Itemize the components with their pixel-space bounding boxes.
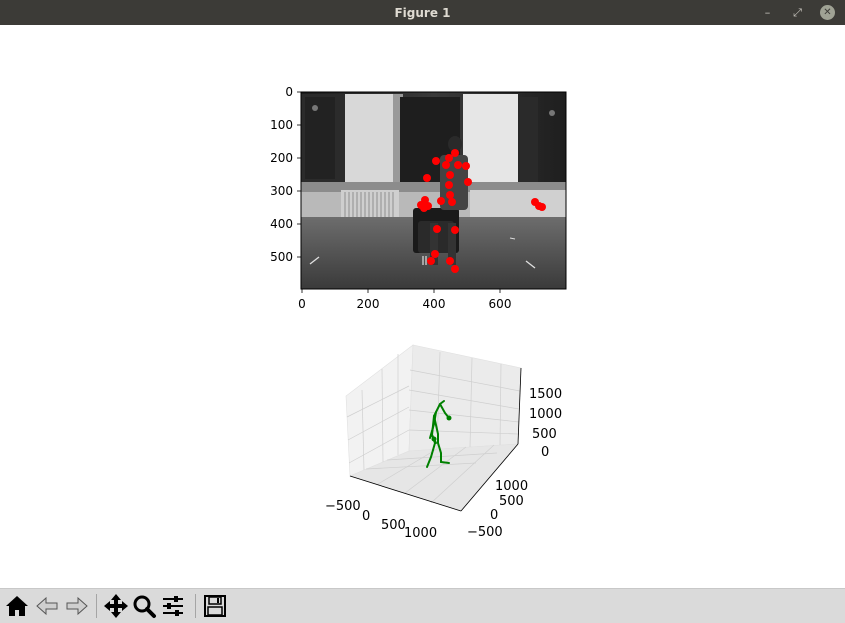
keypoint <box>448 198 456 206</box>
y-tick-label: 200 <box>270 151 293 165</box>
window-title: Figure 1 <box>394 6 451 20</box>
x-tick-label: 200 <box>357 297 380 311</box>
y-tick-label: 400 <box>270 217 293 231</box>
keypoint <box>445 181 453 189</box>
y-tick-label: 1000 <box>495 479 528 494</box>
save-button[interactable] <box>202 593 228 619</box>
z-tick-label: 1500 <box>529 387 562 402</box>
keypoint <box>446 257 454 265</box>
minimize-button[interactable]: – <box>760 5 775 20</box>
window-titlebar: Figure 1 – ⤢ ✕ <box>0 0 845 25</box>
x-tick-label: 600 <box>489 297 512 311</box>
keypoint <box>445 154 453 162</box>
configure-subplots-button[interactable] <box>160 593 186 619</box>
magnifier-icon <box>133 595 156 618</box>
y-tick-label: 300 <box>270 184 293 198</box>
back-button[interactable] <box>34 593 60 619</box>
keypoint <box>442 161 450 169</box>
keypoint <box>446 171 454 179</box>
sliders-icon <box>163 596 183 616</box>
arrow-right-icon <box>66 596 88 616</box>
keypoint <box>437 197 445 205</box>
keypoint <box>431 250 439 258</box>
zoom-button[interactable] <box>131 593 157 619</box>
figure-canvas[interactable]: 0 100 200 300 400 500 0 200 400 600 −500… <box>0 25 845 588</box>
keypoint <box>446 191 454 199</box>
keypoint <box>538 203 546 211</box>
y-tick-label: 100 <box>270 118 293 132</box>
z-tick-label: 500 <box>532 427 557 442</box>
keypoint <box>451 226 459 234</box>
plot3d-subplot: −500 0 500 1000 1000 500 0 −500 0 500 10… <box>325 344 562 541</box>
home-button[interactable] <box>4 593 30 619</box>
y-tick-label: −500 <box>467 525 503 540</box>
arrow-left-icon <box>36 596 58 616</box>
keypoint <box>454 161 462 169</box>
navigation-toolbar <box>0 588 845 623</box>
skeleton-joint <box>431 436 437 442</box>
y-tick-label: 500 <box>270 250 293 264</box>
skeleton-joint <box>446 415 452 421</box>
x-tick-label: −500 <box>325 499 361 514</box>
close-button[interactable]: ✕ <box>820 5 835 20</box>
keypoint <box>424 202 432 210</box>
maximize-button[interactable]: ⤢ <box>790 5 805 20</box>
x-tick-label: 400 <box>423 297 446 311</box>
keypoint <box>451 265 459 273</box>
toolbar-separator <box>96 594 97 618</box>
y-tick-label: 0 <box>285 85 293 99</box>
y-tick-label: 500 <box>499 494 524 509</box>
x-tick-label: 0 <box>298 297 306 311</box>
x-tick-label: 0 <box>362 509 370 524</box>
pane-back <box>408 344 522 452</box>
x-tick-label: 500 <box>381 518 406 533</box>
x-tick-label: 1000 <box>404 526 437 541</box>
keypoint <box>433 225 441 233</box>
z-tick-label: 1000 <box>529 407 562 422</box>
keypoint <box>427 257 435 265</box>
forward-button[interactable] <box>64 593 90 619</box>
keypoint <box>462 162 470 170</box>
move-icon <box>104 594 128 618</box>
y-tick-label: 0 <box>490 508 498 523</box>
toolbar-separator <box>195 594 196 618</box>
keypoint <box>432 157 440 165</box>
home-icon <box>6 596 28 616</box>
image-subplot: 0 100 200 300 400 500 0 200 400 600 <box>270 85 567 311</box>
floppy-disk-icon <box>204 595 226 617</box>
keypoint <box>464 178 472 186</box>
z-tick-label: 0 <box>541 445 549 460</box>
figure-svg: 0 100 200 300 400 500 0 200 400 600 −500… <box>270 85 567 541</box>
pan-button[interactable] <box>103 593 129 619</box>
keypoint <box>423 174 431 182</box>
